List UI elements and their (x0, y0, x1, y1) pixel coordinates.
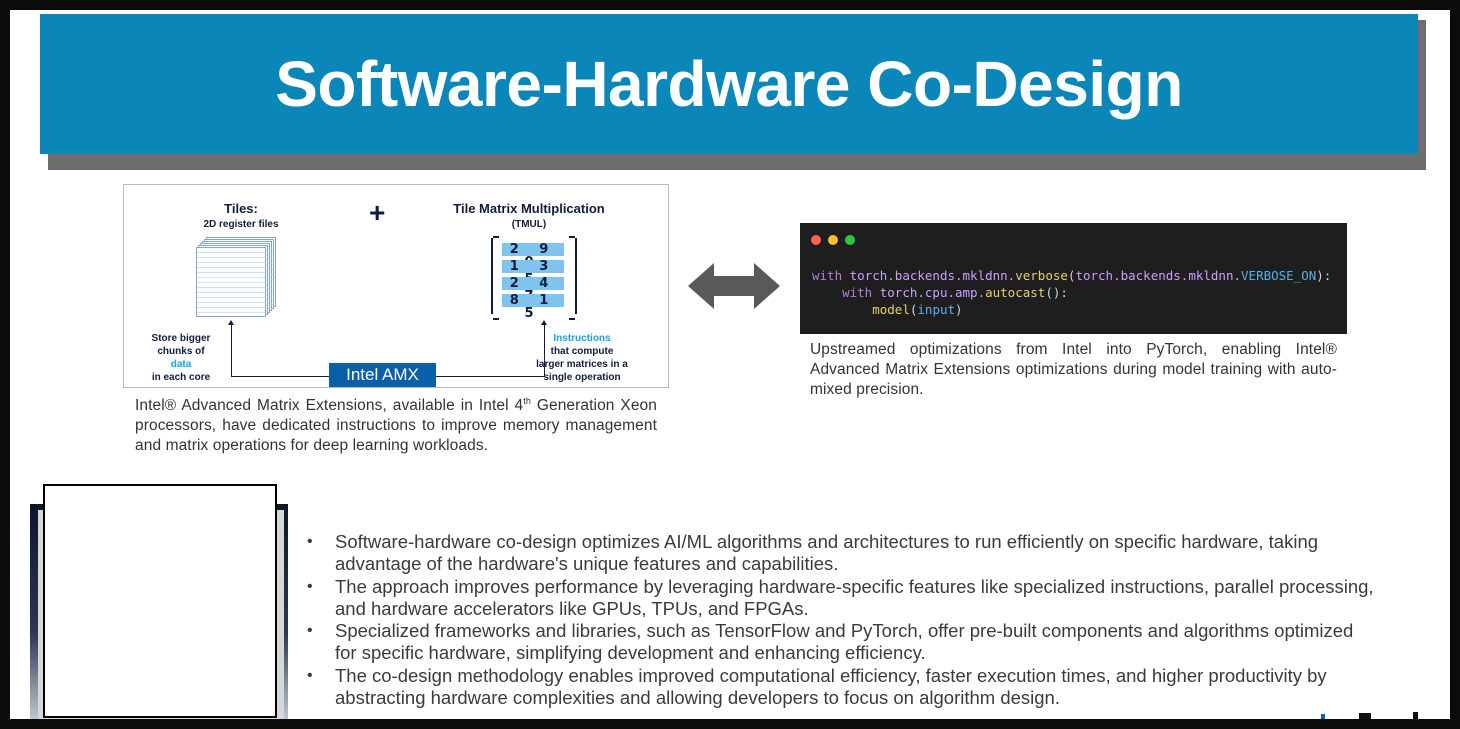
connector-line (544, 325, 545, 377)
connector-line (231, 376, 329, 377)
image-placeholder (43, 484, 277, 718)
code-window: with torch.backends.mkldnn.verbose(torch… (800, 223, 1347, 334)
tmul-subtitle: (TMUL) (511, 219, 547, 230)
matrix-row: 8 1 5 (502, 294, 564, 320)
amx-diagram: Tiles: 2D register files + Tile Matrix M… (123, 184, 669, 388)
bullet-item: Software-hardware co-design optimizes AI… (305, 531, 1375, 576)
plus-icon: + (369, 197, 386, 228)
pytorch-caption: Upstreamed optimizations from Intel into… (810, 341, 1337, 398)
tmul-heading: Tile Matrix Multiplication (TMUL) (444, 201, 614, 233)
tiles-title: Tiles: (224, 201, 258, 216)
window-minimize-dot-icon (828, 235, 838, 245)
note-instructions: Instructions that compute larger matrice… (536, 333, 628, 383)
slide-title: Software-Hardware Co-Design (275, 48, 1183, 120)
matrix-row: 1 3 5 (502, 260, 564, 286)
arrow-up-icon (228, 320, 234, 325)
bullet-list: Software-hardware co-design optimizes AI… (305, 531, 1375, 709)
bullet-item: The co-design methodology enables improv… (305, 665, 1375, 710)
amx-caption: Intel® Advanced Matrix Extensions, avail… (135, 396, 657, 455)
double-arrow-icon (688, 263, 780, 309)
connector-line (436, 376, 544, 377)
tiles-heading: Tiles: 2D register files (186, 201, 296, 233)
tiles-subtitle: 2D register files (203, 219, 279, 230)
window-maximize-dot-icon (845, 235, 855, 245)
connector-line (231, 325, 232, 377)
tmul-title: Tile Matrix Multiplication (453, 201, 605, 216)
bullet-item: The approach improves performance by lev… (305, 576, 1375, 621)
matrix-row: 2 9 0 (502, 243, 564, 269)
window-close-dot-icon (811, 235, 821, 245)
matrix-row: 2 4 7 (502, 277, 564, 303)
logo-fragment-icon (1321, 712, 1418, 719)
arrow-up-icon (541, 320, 547, 325)
title-banner: Software-Hardware Co-Design (40, 14, 1418, 154)
tmul-matrix: 2 9 0 1 3 5 2 4 7 8 1 5 (491, 236, 577, 320)
intel-amx-label: Intel AMX (329, 363, 436, 387)
slide: Software-Hardware Co-Design Tiles: 2D re… (10, 10, 1450, 719)
code-snippet: with torch.backends.mkldnn.verbose(torch… (812, 268, 1332, 317)
register-tiles-icon (194, 237, 276, 317)
note-store-data: Store bigger chunks of data in each core (151, 333, 211, 383)
bullet-item: Specialized frameworks and libraries, su… (305, 620, 1375, 665)
